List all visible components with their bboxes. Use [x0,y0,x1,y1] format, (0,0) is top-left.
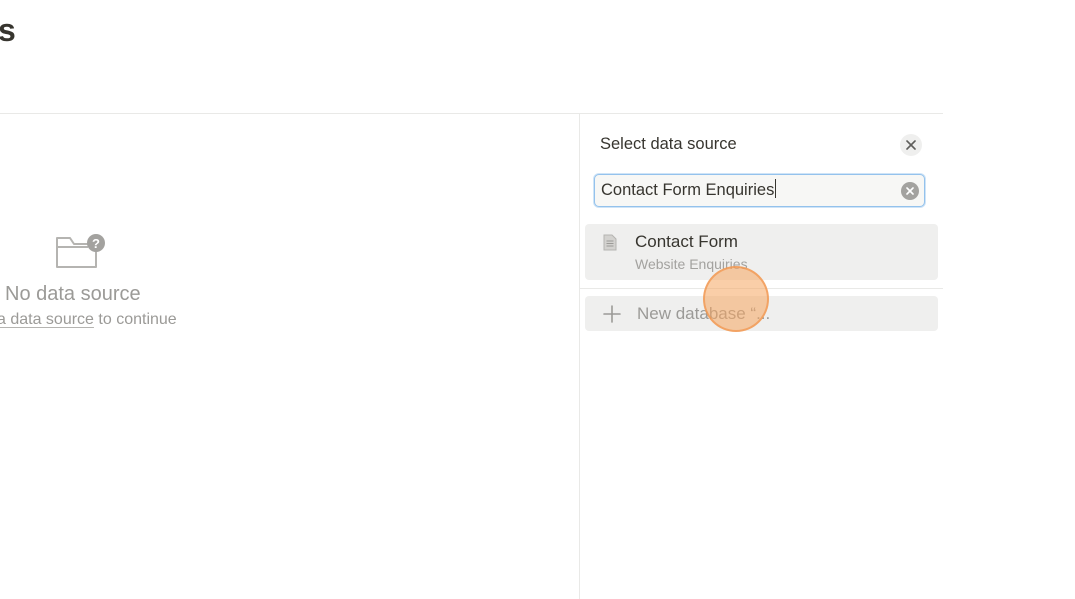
close-button[interactable] [900,134,922,156]
svg-text:?: ? [92,236,100,251]
document-icon [603,234,617,251]
new-database-button[interactable]: New database “... [585,296,938,331]
select-data-source-link[interactable]: a data source [0,311,94,328]
header-divider [0,113,943,114]
empty-state-title: No data source [5,283,141,305]
result-title: Contact Form [635,232,738,251]
clear-search-button[interactable] [901,182,919,200]
empty-state-suffix: to continue [98,311,177,328]
panel-title: Select data source [600,135,737,153]
data-source-result[interactable]: Contact Form Website Enquiries [585,224,938,280]
search-input[interactable]: Contact Form Enquiries [601,175,891,205]
page: s ? No data source a data source to cont… [0,0,1075,599]
clear-icon [906,187,914,195]
plus-icon [603,305,621,323]
folder-question-icon: ? [55,230,107,270]
search-field[interactable]: Contact Form Enquiries [594,174,925,207]
list-divider [580,288,943,289]
panel-divider [579,114,580,599]
page-title: s [0,12,16,48]
close-icon [906,140,916,150]
empty-state-subtitle: a data source to continue [0,311,177,329]
empty-state: ? No data source a data source to contin… [0,225,220,345]
new-database-label: New database “... [637,304,771,323]
text-caret [775,179,777,198]
search-input-value: Contact Form Enquiries [601,181,775,199]
result-subtitle: Website Enquiries [635,256,748,272]
